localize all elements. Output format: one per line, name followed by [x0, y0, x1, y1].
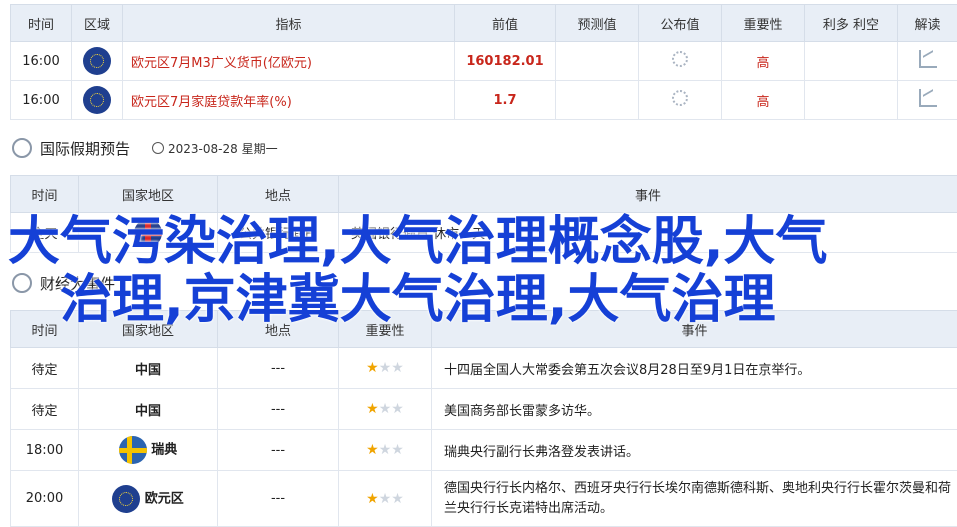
table-row: 16:00 欧元区7月M3广义货币(亿欧元) 160182.01 高 [10, 41, 957, 81]
col-header: 事件 [338, 175, 957, 213]
row-time: 20:00 [10, 470, 79, 527]
eu-flag-icon [112, 484, 141, 513]
col-header: 解读 [897, 4, 957, 42]
col-header: 重要性 [721, 4, 805, 42]
row-time: 待定 [10, 388, 79, 430]
indicator-name[interactable]: 欧元区7月家庭贷款年率(%) [122, 80, 455, 120]
row-event: 美国商务部长雷蒙多访华。 [431, 388, 957, 430]
eu-flag-icon [83, 86, 111, 114]
col-header: 地点 [217, 175, 339, 213]
star-icon: ★ [378, 442, 392, 458]
holiday-title: 国际假期预告 [40, 139, 131, 158]
row-time: 18:00 [10, 429, 79, 471]
row-event: 瑞典央行副行长弗洛登发表讲话。 [431, 429, 957, 471]
finance-table: 时间 国家地区 地点 重要性 事件 待定 中国 --- ★★★ 十四届全国人大常… [10, 310, 957, 527]
row-region: 瑞典 [151, 442, 178, 458]
row-region: 中国 [78, 388, 218, 430]
row-region: 中国 [78, 347, 218, 389]
row-place: --- [217, 429, 339, 471]
star-icon: ★ [378, 490, 392, 507]
loading-icon [672, 51, 688, 67]
row-region: 欧元区 [144, 491, 184, 506]
col-header: 区域 [71, 4, 123, 42]
row-place: --- [217, 388, 339, 430]
col-header: 公布值 [638, 4, 722, 42]
news-icon [12, 273, 32, 293]
overlay-title-line2: 治理,京津冀大气治理,大气治理 [60, 270, 776, 330]
importance-badge: 高 [721, 80, 805, 120]
forecast-value [555, 41, 639, 81]
star-icon: ★ [391, 360, 404, 376]
chart-icon[interactable] [918, 89, 937, 107]
globe-icon [12, 138, 32, 158]
table-row: 20:00 欧元区 --- ★★★ 德国央行行长内格尔、西班牙央行行长埃尔南德斯… [10, 470, 957, 527]
forecast-value [555, 80, 639, 120]
table-row: 待定 中国 --- ★★★ 美国商务部长雷蒙多访华。 [10, 388, 957, 430]
row-event: 十四届全国人大常委会第五次会议8月28日至9月1日在京举行。 [431, 347, 957, 389]
table-row: 16:00 欧元区7月家庭贷款年率(%) 1.7 高 [10, 80, 957, 120]
row-time: 待定 [10, 347, 79, 389]
prev-value: 1.7 [454, 80, 556, 120]
row-place: --- [217, 470, 339, 527]
importance-stars: ★★★ [338, 347, 432, 389]
importance-stars: ★★★ [338, 388, 432, 430]
row-time: 16:00 [10, 80, 72, 120]
table-row: 18:00 瑞典 --- ★★★ 瑞典央行副行长弗洛登发表讲话。 [10, 429, 957, 471]
star-icon: ★ [366, 360, 379, 376]
star-icon: ★ [366, 401, 379, 417]
table-header: 时间 国家地区 地点 事件 [10, 175, 957, 213]
star-icon: ★ [391, 401, 404, 417]
loading-icon [672, 90, 688, 106]
table-header: 时间 区域 指标 前值 预测值 公布值 重要性 利多 利空 解读 [10, 4, 957, 42]
star-icon: ★ [391, 490, 404, 507]
holiday-section-title: 国际假期预告 2023-08-28 星期一 [12, 136, 278, 160]
indicator-name[interactable]: 欧元区7月M3广义货币(亿欧元) [122, 41, 455, 81]
chart-icon[interactable] [918, 50, 937, 68]
col-header: 指标 [122, 4, 455, 42]
sweden-flag-icon [118, 436, 147, 464]
eu-flag-icon [83, 47, 111, 75]
col-header: 国家地区 [78, 175, 218, 213]
importance-stars: ★★★ [338, 429, 432, 471]
impact-value [804, 41, 898, 81]
star-icon: ★ [366, 442, 379, 458]
importance-stars: ★★★ [338, 470, 432, 527]
col-header: 预测值 [555, 4, 639, 42]
row-event: 德国央行行长内格尔、西班牙央行行长埃尔南德斯德科斯、奥地利央行行长霍尔茨曼和荷兰… [431, 470, 957, 527]
col-header: 时间 [10, 175, 79, 213]
col-header: 利多 利空 [804, 4, 898, 42]
star-icon: ★ [366, 490, 379, 507]
row-place: --- [217, 347, 339, 389]
holiday-date: 2023-08-28 星期一 [168, 141, 278, 156]
clock-icon [152, 142, 165, 154]
indicators-table: 时间 区域 指标 前值 预测值 公布值 重要性 利多 利空 解读 16:00 欧… [10, 4, 957, 120]
col-header: 前值 [454, 4, 556, 42]
importance-badge: 高 [721, 41, 805, 81]
star-icon: ★ [391, 442, 404, 458]
overlay-title-line1: 大气污染治理,大气治理概念股,大气 [8, 212, 828, 272]
col-header: 时间 [10, 4, 72, 42]
row-time: 16:00 [10, 41, 72, 81]
table-row: 待定 中国 --- ★★★ 十四届全国人大常委会第五次会议8月28日至9月1日在… [10, 347, 957, 389]
impact-value [804, 80, 898, 120]
star-icon: ★ [378, 401, 392, 417]
star-icon: ★ [378, 360, 392, 376]
prev-value: 160182.01 [454, 41, 556, 81]
